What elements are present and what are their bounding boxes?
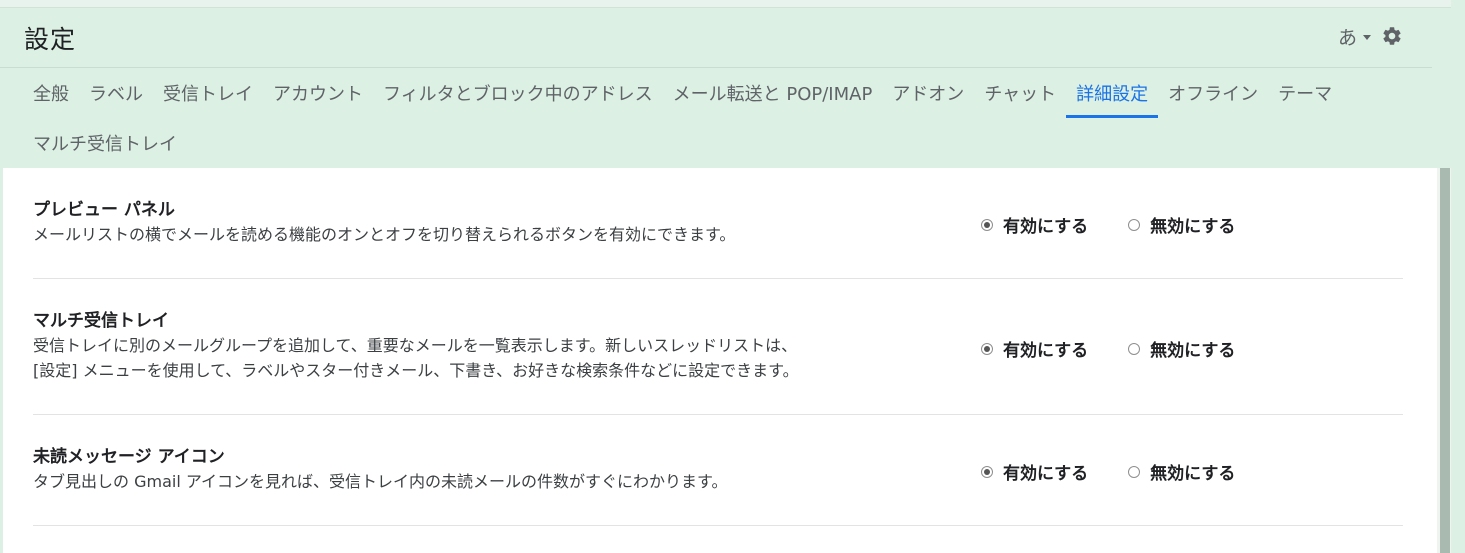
tab-general[interactable]: 全般	[23, 68, 79, 118]
radio-checked-icon	[981, 465, 993, 478]
settings-gear-button[interactable]	[1379, 23, 1405, 49]
tab-row-1: 全般 ラベル 受信トレイ アカウント フィルタとブロック中のアドレス メール転送…	[23, 68, 1443, 118]
tab-chat[interactable]: チャット	[974, 68, 1066, 118]
setting-description: [設定] メニューを使用して、ラベルやスター付きメール、下書き、お好きな検索条件…	[33, 361, 799, 380]
input-method-button[interactable]: あ	[1338, 23, 1372, 50]
radio-checked-icon	[981, 218, 993, 231]
unread-icon-options: 有効にする 無効にする	[981, 459, 1275, 484]
tab-accounts[interactable]: アカウント	[263, 68, 373, 118]
scrollbar-thumb[interactable]	[1440, 168, 1450, 553]
radio-label: 有効にする	[1003, 341, 1089, 361]
setting-divider	[33, 278, 1403, 279]
unread-icon-disable-radio[interactable]: 無効にする	[1128, 459, 1235, 484]
radio-unchecked-icon	[1128, 218, 1141, 231]
input-method-label: あ	[1338, 26, 1358, 49]
multiple-inboxes-disable-radio[interactable]: 無効にする	[1128, 336, 1235, 361]
page-title: 設定	[24, 25, 77, 54]
caret-down-icon	[1363, 34, 1372, 40]
preview-pane-disable-radio[interactable]: 無効にする	[1128, 212, 1235, 237]
header-actions: あ	[1338, 22, 1405, 50]
radio-label: 無効にする	[1150, 341, 1236, 361]
tab-themes[interactable]: テーマ	[1268, 68, 1342, 118]
tab-multiple-inboxes[interactable]: マルチ受信トレイ	[23, 118, 187, 168]
window-edge	[1451, 0, 1465, 553]
setting-divider	[33, 525, 1403, 526]
radio-label: 無効にする	[1150, 464, 1236, 484]
radio-unchecked-icon	[1128, 465, 1141, 478]
tab-addons[interactable]: アドオン	[882, 68, 974, 118]
radio-unchecked-icon	[1128, 342, 1141, 355]
settings-tabs: 全般 ラベル 受信トレイ アカウント フィルタとブロック中のアドレス メール転送…	[23, 68, 1443, 168]
tab-inbox[interactable]: 受信トレイ	[153, 68, 263, 118]
radio-label: 有効にする	[1003, 464, 1089, 484]
tab-labels[interactable]: ラベル	[79, 68, 153, 118]
settings-header: 設定 あ	[0, 8, 1451, 67]
tab-filters-blocked[interactable]: フィルタとブロック中のアドレス	[373, 68, 663, 118]
preview-pane-enable-radio[interactable]: 有効にする	[981, 212, 1088, 237]
multiple-inboxes-enable-radio[interactable]: 有効にする	[981, 336, 1088, 361]
tab-row-2: マルチ受信トレイ	[23, 118, 1443, 168]
tab-advanced[interactable]: 詳細設定	[1066, 68, 1159, 118]
settings-app: 設定 あ 全般 ラベル 受信トレイ アカウント フィルタとブロック中のアドレス …	[0, 0, 1465, 553]
tab-offline[interactable]: オフライン	[1158, 68, 1268, 118]
radio-label: 無効にする	[1150, 217, 1236, 237]
radio-label: 有効にする	[1003, 217, 1089, 237]
radio-checked-icon	[981, 342, 993, 355]
preview-pane-options: 有効にする 無効にする	[981, 212, 1275, 237]
setting-divider	[33, 414, 1403, 415]
top-strip	[0, 0, 1465, 8]
tab-forwarding-pop-imap[interactable]: メール転送と POP/IMAP	[663, 68, 883, 118]
setting-title: マルチ受信トレイ	[33, 311, 169, 331]
vertical-scrollbar[interactable]	[1437, 168, 1451, 553]
gear-icon	[1383, 27, 1401, 45]
unread-icon-enable-radio[interactable]: 有効にする	[981, 459, 1088, 484]
settings-panel: プレビュー パネル メールリストの横でメールを読める機能のオンとオフを切り替えら…	[3, 168, 1437, 553]
multiple-inboxes-options: 有効にする 無効にする	[981, 336, 1275, 361]
